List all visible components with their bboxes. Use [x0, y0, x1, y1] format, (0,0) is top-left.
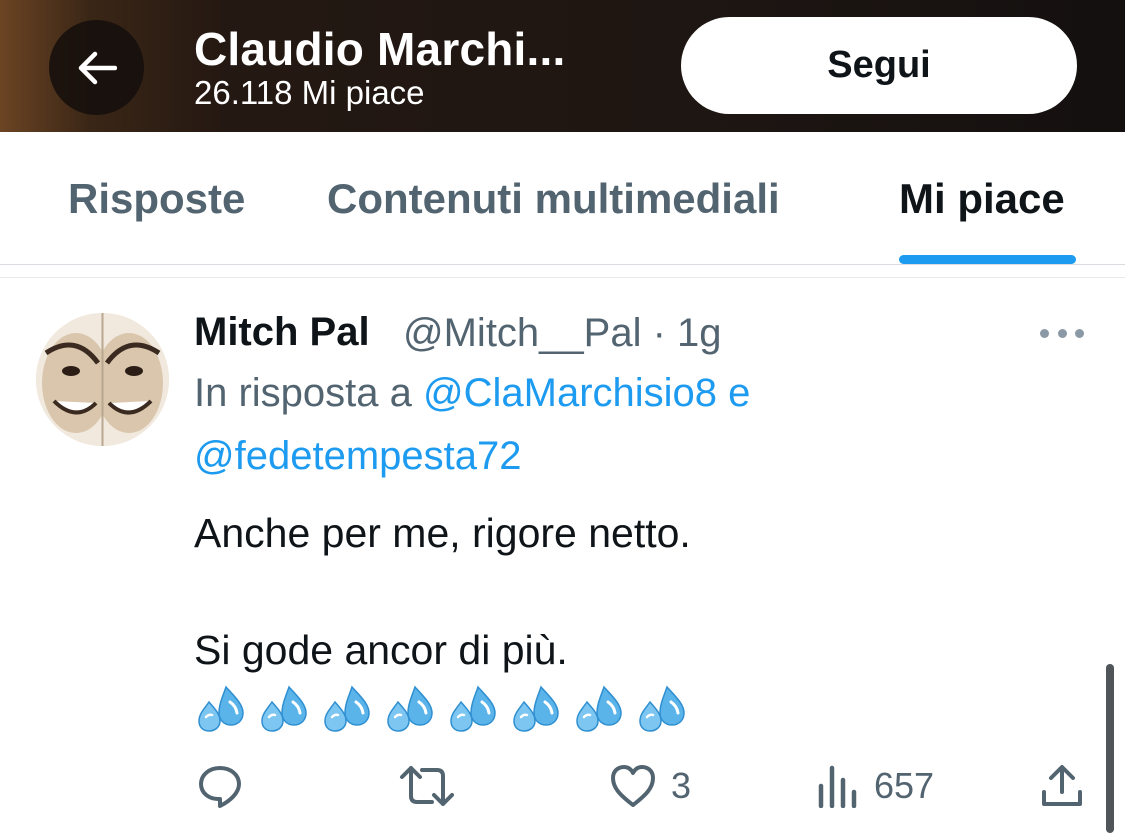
like-icon: [611, 765, 655, 807]
divider: [0, 277, 1125, 278]
reply-icon: [199, 766, 241, 808]
divider: [0, 264, 1125, 265]
views-icon: [818, 765, 857, 808]
likes-count: 26.118 Mi piace: [194, 74, 425, 111]
back-button[interactable]: [49, 20, 144, 115]
follow-button[interactable]: Segui: [681, 17, 1077, 114]
more-icon[interactable]: [1040, 318, 1084, 348]
author-name[interactable]: Mitch Pal: [194, 310, 370, 355]
back-arrow-icon: [78, 51, 117, 84]
sweat-droplets-icon: [639, 685, 685, 732]
views-count: 657: [874, 765, 935, 806]
profile-tabs: Risposte Contenuti multimediali Mi piace: [0, 132, 1125, 265]
sweat-droplets-icon: [450, 685, 496, 732]
tab-media[interactable]: Contenuti multimediali: [327, 175, 780, 223]
sweat-droplets-icon: [387, 685, 433, 732]
avatar[interactable]: [36, 313, 169, 446]
reply-context-line2: @fedetempesta72: [194, 434, 521, 479]
emoji-row: [196, 684, 687, 736]
sweat-droplets-icon: [324, 685, 370, 732]
tweet-text: Si gode ancor di più.: [194, 627, 568, 673]
sweat-droplets-icon: [513, 685, 559, 732]
tab-replies[interactable]: Risposte: [68, 175, 245, 223]
sweat-droplets-icon: [198, 685, 244, 732]
active-tab-indicator: [899, 255, 1076, 264]
retweet-icon: [400, 766, 454, 806]
reply-prefix: In risposta a: [194, 371, 412, 415]
reply-mention[interactable]: @ClaMarchisio8: [423, 371, 717, 415]
tweet-text: Anche per me, rigore netto.: [194, 510, 691, 556]
sweat-droplets-icon: [261, 685, 307, 732]
share-button[interactable]: [1040, 760, 1084, 812]
reply-conjunction: e: [728, 371, 751, 415]
profile-name: Claudio Marchi...: [194, 23, 566, 75]
avatar-image: [36, 313, 169, 446]
reply-button[interactable]: [196, 760, 244, 812]
tab-likes[interactable]: Mi piace: [899, 175, 1065, 223]
reply-context: In risposta a @ClaMarchisio8 e: [194, 371, 750, 416]
like-count: 3: [671, 765, 692, 806]
reply-mention[interactable]: @fedetempesta72: [194, 434, 521, 478]
share-icon: [1042, 765, 1082, 806]
profile-header: Claudio Marchi... 26.118 Mi piace Segui: [0, 0, 1125, 132]
like-button[interactable]: 3: [609, 760, 691, 812]
author-handle[interactable]: @Mitch__Pal · 1g: [403, 311, 722, 356]
views-button[interactable]: 657: [816, 760, 934, 812]
retweet-button[interactable]: [399, 760, 455, 812]
scrollbar[interactable]: [1106, 664, 1114, 833]
sweat-droplets-icon: [576, 685, 622, 732]
